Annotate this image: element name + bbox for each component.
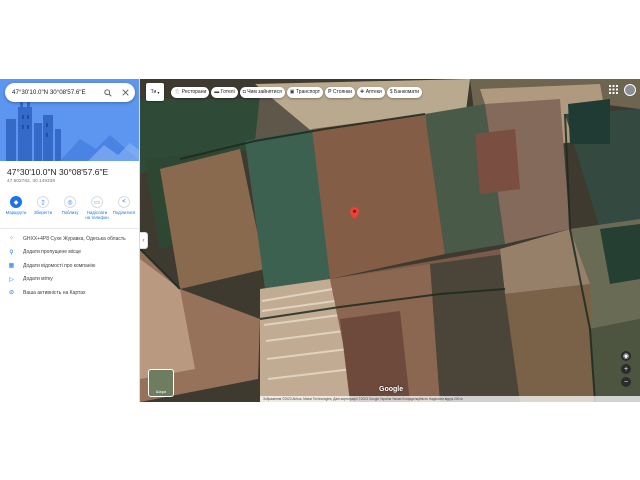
directions-button[interactable]: ◆ Маршрути (3, 196, 29, 220)
plus-code-icon: ⁘ (8, 236, 15, 243)
close-icon[interactable] (118, 86, 132, 100)
nearby-button[interactable]: ◎ Поблизу (57, 196, 83, 220)
activity-text: Ваша активність на Картах (23, 289, 86, 296)
directions-icon: ◆ (10, 196, 22, 208)
apps-grid-icon[interactable] (609, 85, 619, 95)
info-row-plus-code[interactable]: ⁘ GHXX+4P8 Сухе Журавка, Одеська область (0, 232, 139, 246)
chip-label: Аптеки (365, 89, 382, 95)
chip-label: Готелі (220, 89, 235, 95)
chip-label: Транспорт (296, 89, 321, 95)
minus-icon: − (623, 378, 629, 386)
history-icon: ⊘ (8, 290, 15, 297)
save-label: Зберегти (33, 210, 53, 215)
place-coordinates[interactable]: 47.502782, 30.149338 (7, 179, 55, 184)
chevron-down-icon: ▾ (157, 89, 160, 95)
add-label-text: Додати мітку (23, 276, 53, 283)
bus-icon: ▣ (289, 89, 295, 95)
chip-transit[interactable]: ▣ Транспорт (286, 86, 324, 98)
share-icon: < (118, 196, 130, 208)
zoom-in-button[interactable]: + (621, 364, 631, 374)
layers-button[interactable]: Шари (148, 369, 174, 397)
collapse-panel-button[interactable]: ‹ (140, 232, 148, 249)
share-button[interactable]: < Поділитися (111, 196, 137, 220)
divider (0, 228, 139, 229)
label-icon: ▷ (9, 276, 14, 283)
layers-label: Шари (155, 389, 167, 394)
chip-parking[interactable]: P Стоянки (325, 86, 355, 98)
chevron-left-icon: ‹ (142, 237, 145, 244)
chip-atms[interactable]: $ Банкомати (386, 86, 423, 98)
save-button[interactable]: ▯ Зберегти (30, 196, 56, 220)
my-location-icon: ◉ (622, 353, 630, 360)
chip-label: Стоянки (332, 89, 352, 95)
zoom-out-button[interactable]: − (621, 377, 631, 387)
info-row-add-business[interactable]: ▦ Додати відомості про компанію (0, 259, 139, 273)
chip-hotels[interactable]: ▬ Готелі (211, 86, 238, 98)
plus-icon: + (623, 365, 629, 373)
avatar[interactable] (624, 84, 636, 96)
add-place-text: Додати пропущене місце (23, 249, 82, 256)
chip-things-to-do[interactable]: ◘ Чим зайнятися (239, 86, 285, 98)
send-to-phone-button[interactable]: ▭ Надіслати на телефон (84, 196, 110, 220)
camera-icon: ◘ (242, 89, 246, 95)
chip-restaurants[interactable]: 🍴 Ресторани (171, 86, 210, 98)
map-type-value: Ти (150, 89, 157, 95)
hotel-icon: ▬ (214, 89, 220, 95)
info-list: ⁘ GHXX+4P8 Сухе Журавка, Одеська область… (0, 232, 139, 300)
add-business-icon: ▦ (8, 263, 15, 270)
share-label: Поділитися (112, 210, 136, 215)
map-attribution: Зображення ©2023 Airbus, Maxar Technolog… (260, 396, 640, 402)
category-chips: Ти ▾ 🍴 Ресторани ▬ Готелі ◘ Чим зайнятис… (146, 83, 424, 101)
chip-label: Чим зайнятися (247, 89, 282, 95)
info-row-activity[interactable]: ⊘ Ваша активність на Картах (0, 286, 139, 300)
satellite-map[interactable]: Ти ▾ 🍴 Ресторани ▬ Готелі ◘ Чим зайнятис… (140, 79, 640, 402)
parking-icon: P (328, 89, 332, 95)
search-bar[interactable]: 47°30'10.0"N 30°08'57.6"E (5, 83, 135, 102)
info-row-add-place[interactable]: ⚲ Додати пропущене місце (0, 246, 139, 260)
add-place-icon: ⚲ (9, 249, 14, 256)
restaurant-icon: 🍴 (174, 89, 181, 95)
zoom-controls: ◉ + − (621, 351, 633, 390)
search-icon[interactable] (101, 86, 115, 100)
atm-icon: $ (389, 89, 393, 95)
add-business-text: Додати відомості про компанію (23, 262, 96, 269)
my-location-button[interactable]: ◉ (621, 351, 631, 361)
google-logo: Google (379, 386, 404, 393)
send-to-phone-label: Надіслати на телефон (85, 210, 109, 220)
chip-label: Банкомати (394, 89, 420, 95)
directions-label: Маршрути (5, 210, 27, 215)
location-pin-icon[interactable] (350, 207, 359, 219)
nearby-icon: ◎ (64, 196, 76, 208)
phone-icon: ▭ (91, 196, 103, 208)
action-buttons: ◆ Маршрути ▯ Зберегти ◎ Поблизу ▭ Надісл… (3, 196, 137, 220)
search-input[interactable]: 47°30'10.0"N 30°08'57.6"E (12, 89, 101, 96)
chip-pharmacies[interactable]: ✚ Аптеки (357, 86, 385, 98)
bookmark-icon: ▯ (37, 196, 49, 208)
place-title: 47°30'10.0"N 30°08'57.6"E (7, 167, 109, 177)
place-panel: 47°30'10.0"N 30°08'57.6"E 47°30'10.0"N 3… (0, 79, 140, 402)
map-type-select[interactable]: Ти ▾ (146, 83, 164, 101)
pharmacy-icon: ✚ (360, 89, 365, 95)
info-row-add-label[interactable]: ▷ Додати мітку (0, 273, 139, 287)
plus-code-text: GHXX+4P8 Сухе Журавка, Одеська область (23, 235, 126, 242)
nearby-label: Поблизу (61, 210, 79, 215)
satellite-imagery (140, 79, 640, 402)
maps-app: 47°30'10.0"N 30°08'57.6"E 47°30'10.0"N 3… (0, 79, 640, 402)
chip-label: Ресторани (181, 89, 207, 95)
